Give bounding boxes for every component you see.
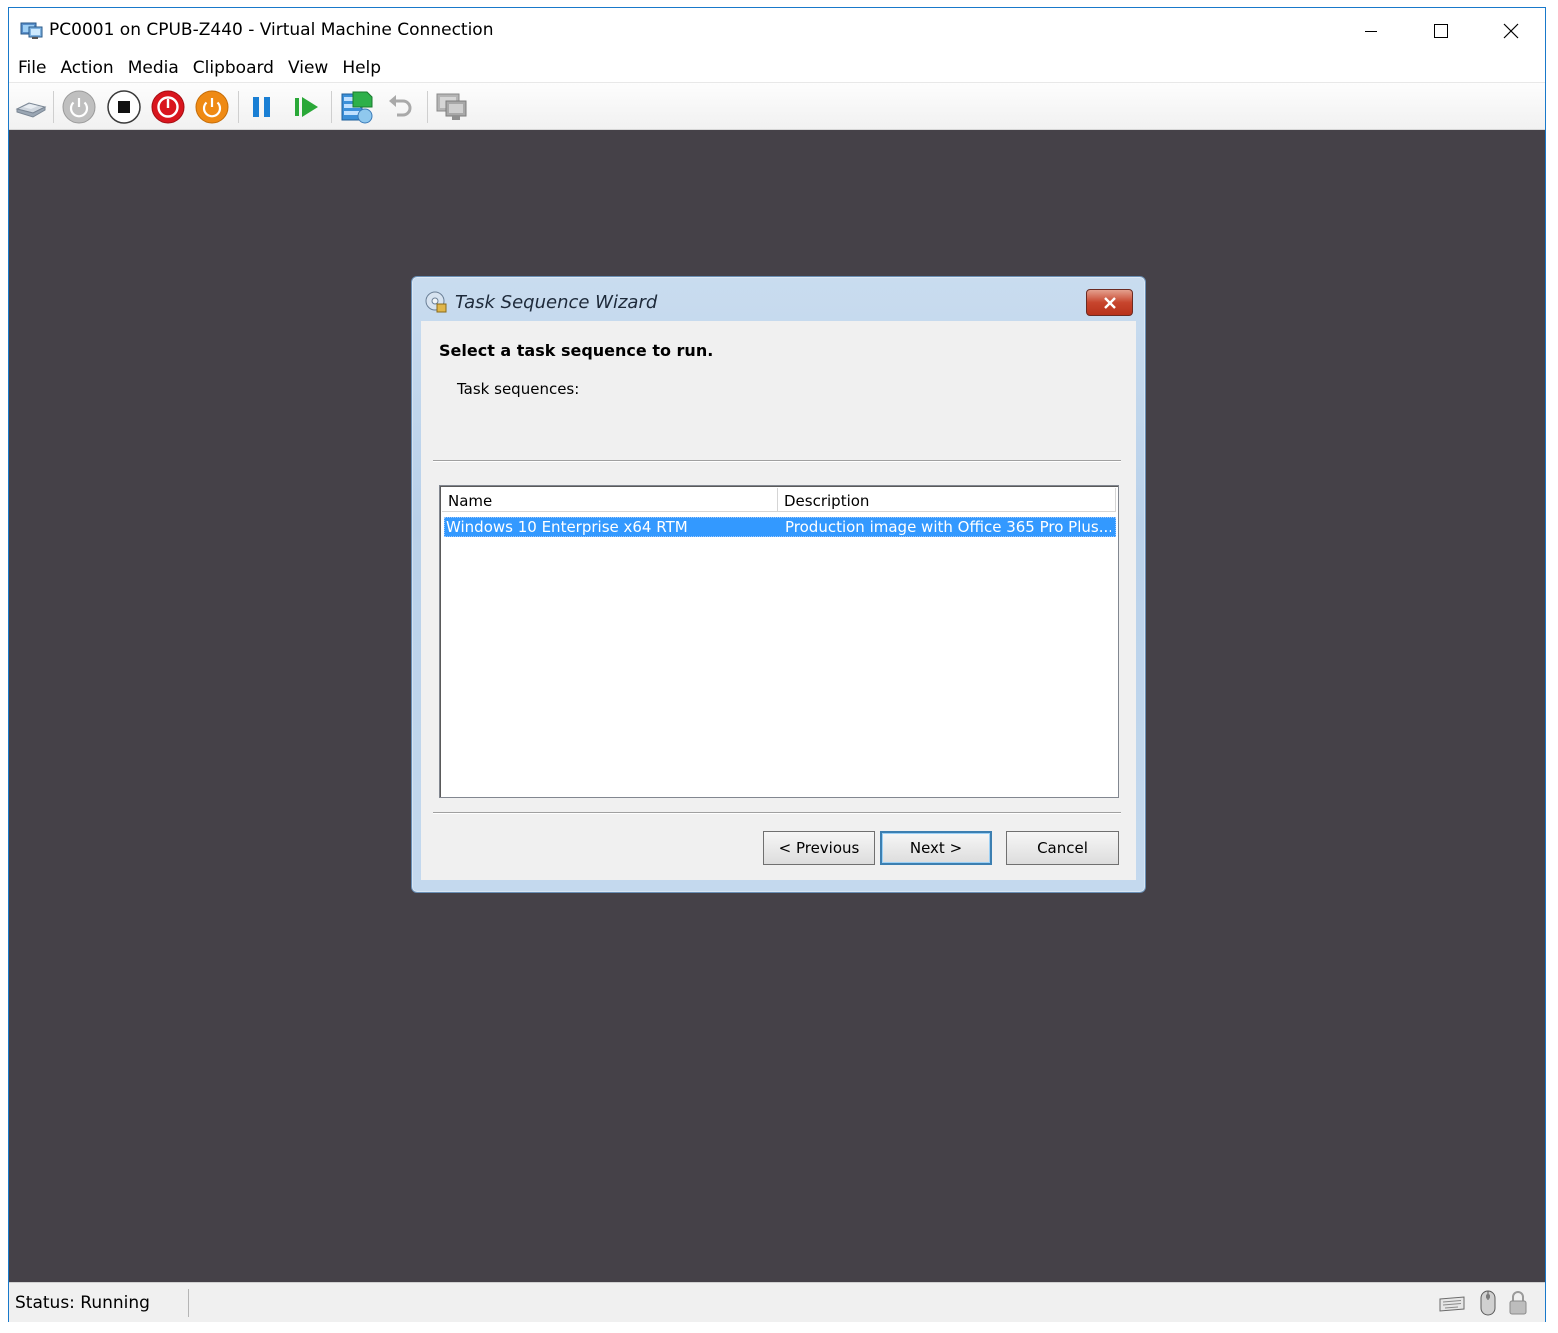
toolbar-separator (53, 91, 54, 123)
checkpoint-icon (341, 91, 373, 124)
checkpoint-button[interactable] (339, 89, 375, 125)
dialog-title: Task Sequence Wizard (455, 292, 658, 313)
shut-down-button[interactable] (150, 89, 186, 125)
shut-down-icon (151, 90, 185, 124)
toolbar-separator (238, 91, 239, 123)
wizard-icon (425, 291, 447, 313)
table-row[interactable]: Windows 10 Enterprise x64 RTM Production… (444, 517, 1116, 537)
column-header-description[interactable]: Description (778, 488, 1116, 512)
toolbar-separator (331, 91, 332, 123)
ctrl-alt-del-button[interactable] (13, 89, 49, 125)
menu-bar: File Action Media Clipboard View Help (9, 54, 1545, 82)
start-icon (62, 90, 96, 124)
resume-button[interactable] (288, 89, 324, 125)
column-header-name[interactable]: Name (442, 488, 778, 512)
start-button[interactable] (61, 89, 97, 125)
menu-view[interactable]: View (281, 54, 335, 82)
maximize-icon (1434, 24, 1448, 38)
enhanced-session-button[interactable] (433, 89, 469, 125)
row-description: Production image with Office 365 Pro Plu… (785, 518, 1111, 536)
save-icon (195, 90, 229, 124)
next-button[interactable]: Next > (880, 831, 992, 865)
task-sequence-list[interactable]: Name Description Windows 10 Enterprise x… (439, 485, 1119, 798)
mouse-icon (1480, 1290, 1496, 1316)
status-bar: Status: Running (9, 1282, 1545, 1322)
previous-button[interactable]: < Previous (763, 831, 875, 865)
turn-off-button[interactable] (106, 89, 142, 125)
close-icon (1503, 23, 1519, 39)
menu-action[interactable]: Action (53, 54, 120, 82)
minimize-icon (1365, 31, 1377, 32)
divider (433, 460, 1121, 462)
task-sequence-wizard-dialog: Task Sequence Wizard Select a task seque… (411, 276, 1146, 893)
status-text: Status: Running (15, 1293, 150, 1313)
menu-help[interactable]: Help (335, 54, 388, 82)
task-sequences-label: Task sequences: (457, 380, 580, 398)
menu-file[interactable]: File (11, 54, 53, 82)
turn-off-icon (107, 90, 141, 124)
divider (433, 812, 1121, 814)
list-header: Name Description (442, 488, 1116, 512)
row-name: Windows 10 Enterprise x64 RTM (446, 518, 688, 536)
lock-icon (1509, 1291, 1527, 1315)
toolbar-separator (427, 91, 428, 123)
resume-icon (295, 97, 318, 117)
maximize-button[interactable] (1406, 8, 1476, 54)
pause-button[interactable] (244, 89, 280, 125)
vm-connection-icon (20, 21, 44, 41)
ctrl-alt-del-icon (15, 102, 47, 118)
title-bar[interactable]: PC0001 on CPUB-Z440 - Virtual Machine Co… (9, 8, 1545, 54)
cancel-button[interactable]: Cancel (1006, 831, 1119, 865)
vm-connection-window: PC0001 on CPUB-Z440 - Virtual Machine Co… (8, 7, 1546, 1322)
window-title: PC0001 on CPUB-Z440 - Virtual Machine Co… (49, 20, 494, 40)
pause-icon (253, 97, 270, 117)
revert-button[interactable] (383, 89, 419, 125)
menu-media[interactable]: Media (121, 54, 186, 82)
menu-clipboard[interactable]: Clipboard (186, 54, 281, 82)
dialog-close-button[interactable] (1086, 289, 1133, 316)
keyboard-icon (1439, 1296, 1465, 1312)
save-button[interactable] (194, 89, 230, 125)
close-button[interactable] (1476, 8, 1546, 54)
status-separator (188, 1289, 189, 1317)
minimize-button[interactable] (1336, 8, 1406, 54)
enhanced-session-icon (436, 93, 467, 120)
dialog-heading: Select a task sequence to run. (439, 341, 714, 360)
dialog-client-area: Select a task sequence to run. Task sequ… (421, 321, 1136, 880)
toolbar (9, 82, 1545, 130)
revert-icon (389, 95, 412, 117)
close-icon (1103, 296, 1116, 309)
